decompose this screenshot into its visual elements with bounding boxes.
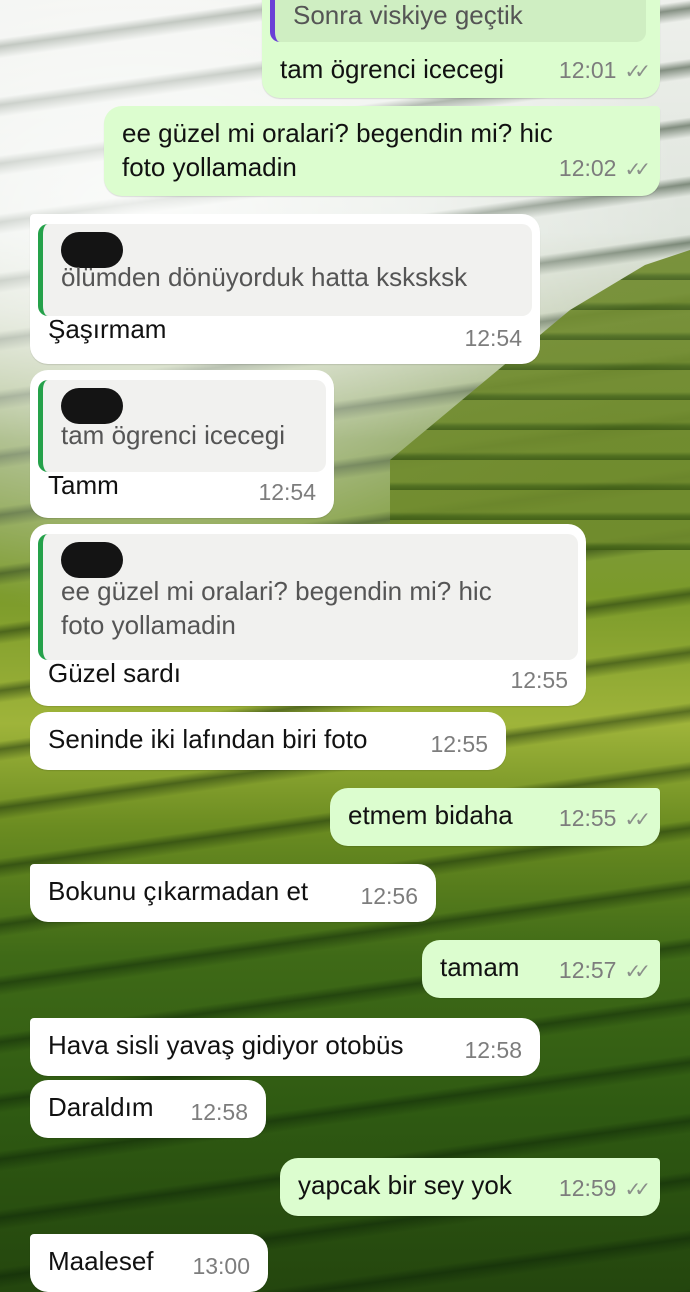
double-check-icon: ✓✓: [624, 809, 650, 831]
message-time: 13:00: [192, 1253, 250, 1279]
message-text: Hava sisli yavaş gidiyor otobüs: [48, 1030, 404, 1060]
message-incoming[interactable]: Maalesef 13:00: [30, 1234, 268, 1292]
message-time: 12:56: [360, 883, 418, 909]
message-incoming[interactable]: Seninde iki lafından biri foto 12:55: [30, 712, 506, 770]
message-incoming[interactable]: ölümden dönüyorduk hatta ksksksk Şaşırma…: [30, 214, 540, 364]
message-time: 12:58: [464, 1037, 522, 1063]
double-check-icon: ✓✓: [624, 159, 650, 181]
quoted-message[interactable]: ölümden dönüyorduk hatta ksksksk: [38, 224, 532, 316]
message-text: Güzel sardı: [48, 658, 181, 688]
redacted-sender-name: [61, 542, 123, 578]
message-time: 12:02 ✓✓: [559, 151, 651, 187]
quoted-text: tam ögrenci icecegi: [61, 420, 285, 450]
message-incoming[interactable]: Hava sisli yavaş gidiyor otobüs 12:58: [30, 1018, 540, 1076]
message-outgoing[interactable]: Sonra viskiye geçtik tam ögrenci icecegi…: [262, 0, 660, 98]
quoted-message[interactable]: Sonra viskiye geçtik: [270, 0, 646, 42]
quoted-message[interactable]: tam ögrenci icecegi: [38, 380, 326, 472]
message-outgoing[interactable]: yapcak bir sey yok 12:59 ✓✓: [280, 1158, 660, 1216]
message-outgoing[interactable]: tamam 12:57 ✓✓: [422, 940, 660, 998]
quoted-text: ee güzel mi oralari? begendin mi? hic fo…: [61, 576, 492, 640]
message-time: 12:59 ✓✓: [559, 1171, 651, 1207]
message-time: 12:55 ✓✓: [559, 801, 651, 837]
message-text: Şaşırmam: [48, 314, 167, 344]
message-incoming[interactable]: ee güzel mi oralari? begendin mi? hic fo…: [30, 524, 586, 706]
message-time: 12:54: [258, 479, 316, 505]
quoted-text: ölümden dönüyorduk hatta ksksksk: [61, 262, 468, 292]
message-outgoing[interactable]: etmem bidaha 12:55 ✓✓: [330, 788, 660, 846]
double-check-icon: ✓✓: [624, 61, 650, 83]
message-outgoing[interactable]: ee güzel mi oralari? begendin mi? hic fo…: [104, 106, 660, 196]
redacted-sender-name: [61, 388, 123, 424]
double-check-icon: ✓✓: [624, 961, 650, 983]
message-incoming[interactable]: Daraldım 12:58: [30, 1080, 266, 1138]
message-text: Seninde iki lafından biri foto: [48, 724, 368, 754]
message-incoming[interactable]: tam ögrenci icecegi Tamm 12:54: [30, 370, 334, 518]
message-time: 12:55: [430, 731, 488, 757]
message-time: 12:55: [510, 667, 568, 693]
message-time: 12:57 ✓✓: [559, 953, 651, 989]
quoted-message[interactable]: ee güzel mi oralari? begendin mi? hic fo…: [38, 534, 578, 660]
quoted-text: Sonra viskiye geçtik: [293, 0, 523, 30]
double-check-icon: ✓✓: [624, 1179, 650, 1201]
message-time: 12:54: [464, 325, 522, 351]
message-time: 12:58: [190, 1099, 248, 1125]
message-text: ee güzel mi oralari? begendin mi? hic fo…: [122, 118, 553, 182]
message-incoming[interactable]: Bokunu çıkarmadan et 12:56: [30, 864, 436, 922]
message-time: 12:01 ✓✓: [559, 53, 651, 89]
